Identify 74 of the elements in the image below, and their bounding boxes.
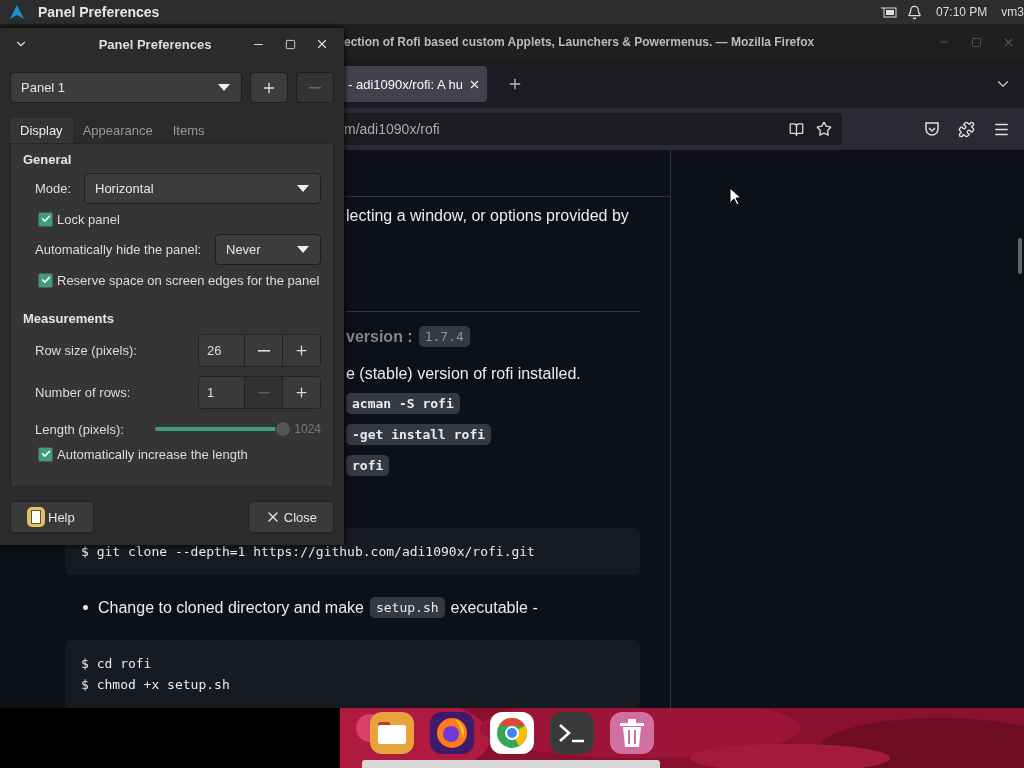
app-title: Panel Preferences: [38, 4, 161, 20]
checkmark-icon: [40, 275, 51, 285]
inline-code: acman -S rofi: [346, 393, 460, 414]
inline-code: 1.7.4: [418, 326, 470, 347]
pocket-icon[interactable]: [924, 120, 940, 137]
inline-code: rofi: [346, 455, 390, 476]
tab[interactable]: Items: [162, 118, 215, 143]
field-label: Row size (pixels):: [35, 343, 138, 358]
bell-icon: [906, 4, 922, 20]
help-icon: [27, 507, 45, 527]
firefox-icon[interactable]: [430, 712, 474, 754]
section-title: General: [23, 152, 73, 167]
checkbox[interactable]: [38, 446, 53, 462]
minus-icon: [257, 349, 270, 352]
reader-icon[interactable]: [789, 121, 804, 137]
close-button[interactable]: Close: [247, 501, 334, 533]
field-label: Number of rows:: [35, 385, 132, 400]
checkbox[interactable]: [38, 211, 53, 227]
bookmark-icon[interactable]: [816, 121, 832, 137]
chrome-icon[interactable]: [490, 712, 534, 754]
section-title: Measurements: [23, 311, 116, 326]
caret-icon: [296, 184, 310, 193]
help-button[interactable]: Help: [10, 501, 94, 533]
new-tab-icon[interactable]: [507, 76, 523, 92]
checkbox-label: Automatically increase the length: [57, 446, 248, 462]
checkbox-label: Reserve space on screen edges for the panel: [57, 272, 320, 288]
plus-icon: [294, 385, 309, 400]
slider[interactable]: [155, 421, 292, 437]
folder-icon[interactable]: [370, 712, 414, 754]
window-title: ection of Rofi based custom Applets, Launchers & Powermenus. — Mozilla Firefox: [344, 35, 816, 49]
spin-field[interactable]: 26: [198, 334, 321, 367]
bullet-icon: [83, 605, 88, 610]
extensions-icon[interactable]: [958, 120, 975, 138]
code-line: $ git clone --depth=1 https://github.com/adi1090x/rofi.git: [81, 544, 536, 559]
tab[interactable]: Appearance: [72, 118, 163, 143]
address-field[interactable]: m/adi1090x/rofi: [344, 113, 842, 145]
field-label: Mode:: [35, 181, 73, 196]
logo-icon: [10, 5, 24, 19]
checkmark-icon: [40, 449, 51, 459]
heading-text: version :: [346, 327, 413, 346]
list-text: Change to cloned directory and make: [98, 598, 364, 617]
dialog-title: Panel Preferences: [97, 36, 213, 52]
battery-icon: [880, 6, 897, 18]
slider-thumb[interactable]: [275, 421, 292, 437]
dropdown[interactable]: Horizontal: [84, 173, 321, 204]
field-label: Length (pixels):: [35, 421, 125, 437]
caret-icon: [217, 83, 231, 92]
checkmark-icon: [40, 214, 51, 224]
slider-value: 1024: [294, 422, 321, 436]
scrollbar-thumb[interactable]: [1018, 238, 1022, 274]
browser-tab[interactable]: - adi1090x/rofi: A hu: [344, 66, 487, 102]
panel-dropdown[interactable]: Panel 1: [10, 72, 242, 103]
inline-code: setup.sh: [369, 597, 445, 618]
code-line: $ cd rofi: [81, 656, 153, 671]
paragraph-text: lecting a window, or options provided by: [346, 207, 630, 225]
checkbox[interactable]: [38, 272, 53, 288]
list-text: executable -: [450, 598, 538, 617]
dropdown[interactable]: Never: [215, 234, 321, 265]
caret-icon: [296, 245, 310, 254]
clock-text: 07:10 PM: [935, 5, 988, 19]
cursor-icon: [729, 187, 741, 206]
tab[interactable]: Display: [10, 118, 73, 143]
plus-icon: [294, 343, 309, 358]
user-name: vm3: [1001, 5, 1024, 19]
code-line: $ chmod +x setup.sh: [81, 677, 231, 692]
terminal-icon[interactable]: [550, 712, 594, 754]
paragraph-text: e (stable) version of rofi installed.: [346, 365, 582, 383]
field-label: Automatically hide the panel:: [35, 242, 203, 257]
minus-icon: [257, 391, 270, 394]
minus-icon: [309, 86, 321, 89]
add-button[interactable]: [250, 72, 288, 103]
trash-icon[interactable]: [610, 712, 654, 754]
checkbox-label: Lock panel: [57, 211, 120, 227]
inline-code: -get install rofi: [346, 424, 492, 445]
